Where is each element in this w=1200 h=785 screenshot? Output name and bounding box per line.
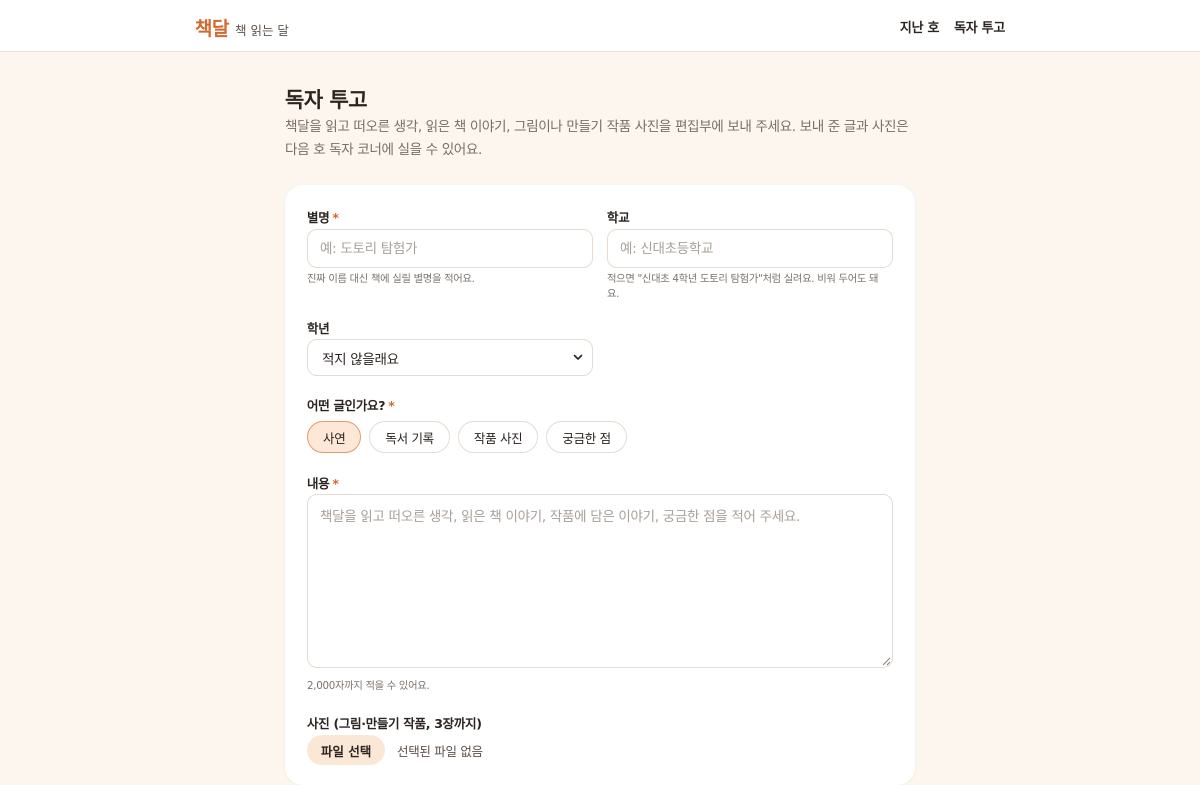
type-chip-story[interactable]: 사연 (307, 421, 362, 453)
type-label-text: 어떤 글인가요? (307, 398, 386, 413)
page-description: 책달을 읽고 떠오른 생각, 읽은 책 이야기, 그림이나 만들기 작품 사진을… (285, 119, 909, 158)
content-label: 내용 * (307, 473, 339, 492)
content-label-text: 내용 (307, 476, 330, 491)
content-textarea[interactable] (307, 494, 893, 668)
school-hint: 적으면 "신대초 4학년 도토리 탐험가"처럼 실려요. 비워 두어도 돼요. (607, 273, 879, 300)
main-nav: 지난 호 독자 투고 (900, 17, 1005, 36)
page-title: 독자 투고 (285, 88, 368, 112)
submission-form-card: 별명* 진짜 이름 대신 책에 실릴 별명을 적어요. 학교 적으면 "신대초 … (285, 185, 915, 785)
type-chip-artwork-photo[interactable]: 작품 사진 (457, 421, 539, 453)
type-chip-reading-log[interactable]: 독서 기록 (369, 421, 450, 453)
nickname-hint: 진짜 이름 대신 책에 실릴 별명을 적어요. (307, 273, 475, 285)
school-input[interactable] (607, 229, 893, 268)
type-chip-question[interactable]: 궁금한 점 (546, 421, 627, 453)
nav-link-reader-submission[interactable]: 독자 투고 (954, 17, 1005, 36)
grade-label: 학년 (307, 321, 330, 336)
content-hint: 2,000자까지 적을 수 있어요. (307, 680, 430, 692)
chevron-down-icon (573, 354, 583, 360)
required-mark: * (332, 476, 339, 491)
required-mark: * (332, 210, 339, 225)
top-navigation-bar: 책달 책 읽는 달 지난 호 독자 투고 (0, 0, 1200, 52)
nav-link-past-issues[interactable]: 지난 호 (900, 17, 940, 36)
nickname-label: 별명 * (307, 207, 339, 226)
school-label: 학교 (607, 210, 630, 225)
brand-logo[interactable]: 책달 책 읽는 달 (195, 14, 289, 41)
type-chip-group: 사연 독서 기록 작품 사진 궁금한 점 (307, 421, 627, 453)
resize-handle-icon[interactable] (882, 657, 891, 666)
nickname-label-text: 별명 (307, 210, 330, 225)
brand-name: 책달 (195, 18, 229, 40)
brand-tagline: 책 읽는 달 (234, 23, 289, 38)
type-label: 어떤 글인가요? * (307, 395, 395, 414)
grade-select[interactable]: 적지 않을래요 (307, 339, 593, 376)
file-select-button[interactable]: 파일 선택 (307, 735, 386, 765)
grade-select-value: 적지 않을래요 (322, 351, 399, 368)
file-status-text: 선택된 파일 없음 (397, 744, 483, 759)
required-mark: * (388, 398, 395, 413)
photos-label: 사진 (그림·만들기 작품, 3장까지) (307, 716, 482, 731)
nickname-input[interactable] (307, 229, 593, 268)
